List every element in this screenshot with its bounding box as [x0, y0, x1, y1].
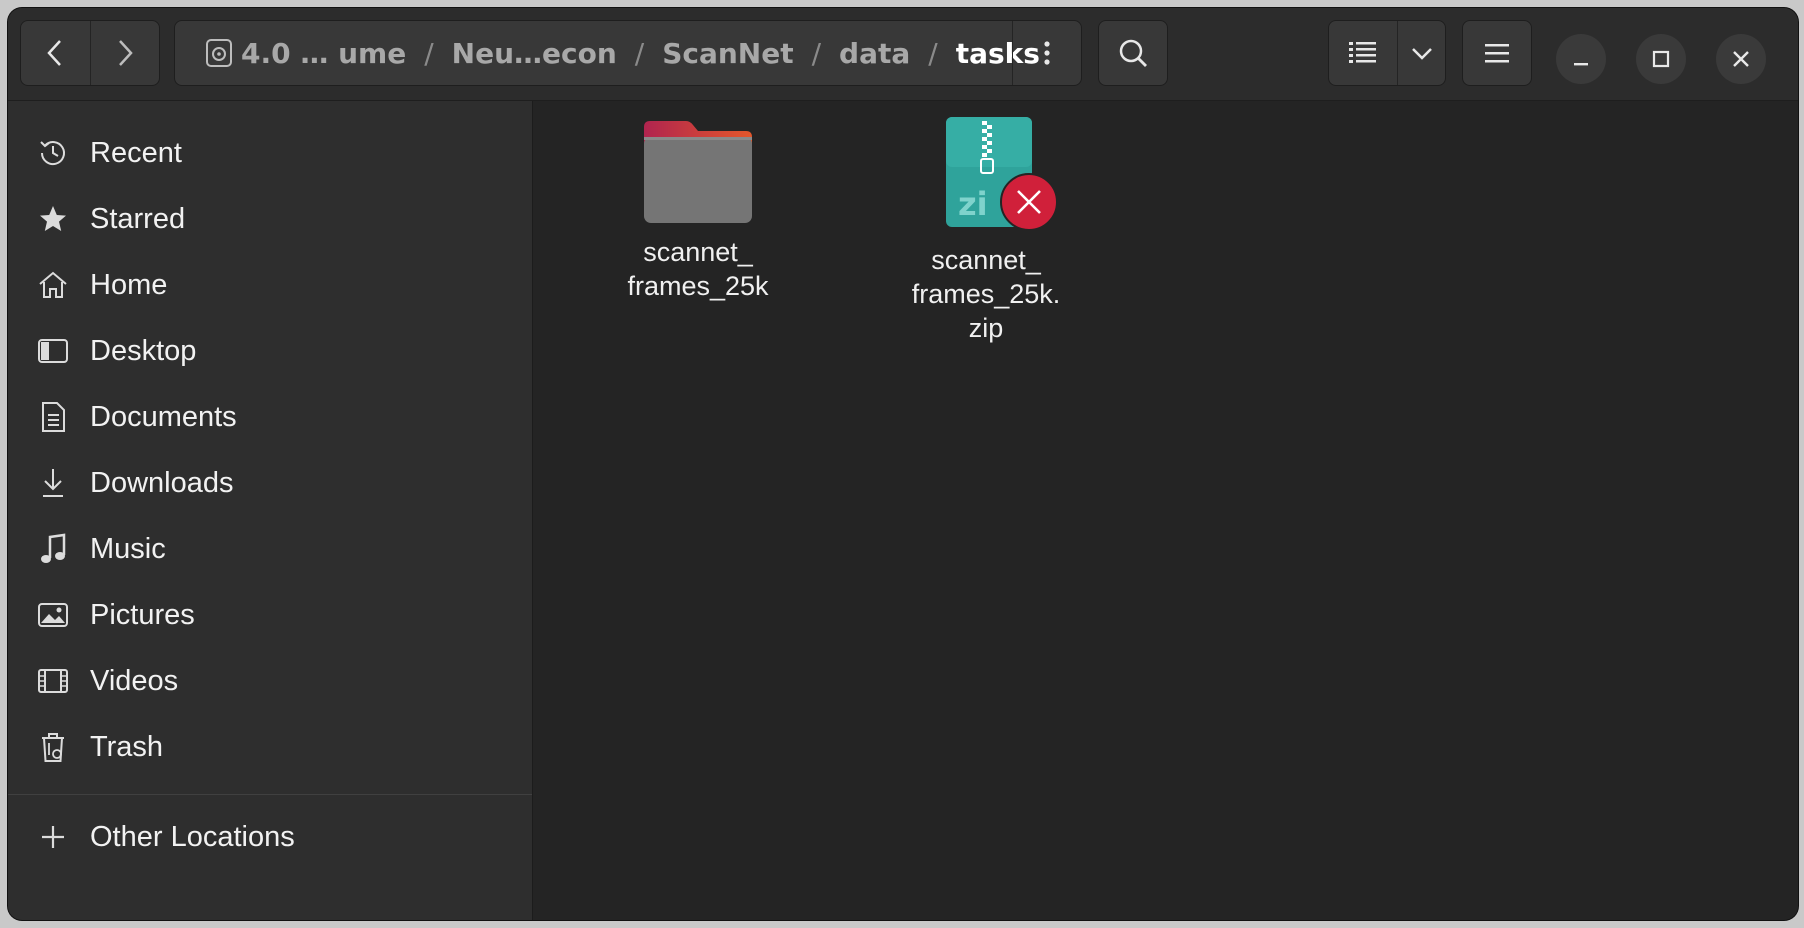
sidebar-item-desktop[interactable]: Desktop	[8, 317, 532, 385]
sidebar-item-music[interactable]: Music	[8, 515, 532, 583]
breadcrumb-separator: /	[424, 36, 434, 70]
file-item-zip[interactable]: zi scannet_ frames_25k. zip	[886, 115, 1086, 345]
search-button[interactable]	[1098, 20, 1168, 86]
breadcrumb-item[interactable]: 4.0 … ume	[233, 37, 414, 70]
sidebar-item-trash[interactable]: Trash	[8, 713, 532, 781]
clock-icon	[36, 136, 70, 170]
sidebar-item-pictures[interactable]: Pictures	[8, 581, 532, 649]
location-bar: 4.0 … ume / Neu…econ / ScanNet / data / …	[174, 20, 1082, 86]
view-options-button[interactable]	[1398, 21, 1445, 85]
chevron-left-icon	[47, 40, 62, 66]
sidebar-item-label: Videos	[90, 664, 179, 697]
music-icon	[36, 532, 70, 566]
file-name: scannet_ frames_25k	[627, 237, 769, 301]
desktop-icon	[36, 334, 70, 368]
sidebar-item-label: Pictures	[90, 598, 195, 631]
file-item-folder[interactable]: scannet_ frames_25k	[598, 119, 798, 303]
breadcrumb-separator: /	[634, 36, 645, 70]
list-view-icon	[1349, 42, 1377, 63]
nav-button-group	[20, 20, 160, 86]
sidebar-item-downloads[interactable]: Downloads	[8, 449, 532, 517]
path-menu-button[interactable]	[1012, 21, 1081, 85]
breadcrumb-item[interactable]: Neu…econ	[444, 37, 625, 70]
vertical-dots-icon	[1044, 41, 1050, 65]
trash-icon	[36, 730, 70, 764]
sidebar-item-label: Documents	[90, 400, 237, 433]
unreadable-emblem-icon	[1000, 173, 1058, 231]
breadcrumb-item[interactable]: data	[831, 37, 918, 70]
close-icon	[1733, 51, 1749, 67]
list-view-button[interactable]	[1329, 21, 1399, 85]
search-icon	[1119, 39, 1147, 67]
sidebar-item-documents[interactable]: Documents	[8, 383, 532, 451]
sidebar-divider	[8, 794, 532, 795]
sidebar-item-label: Trash	[90, 730, 164, 763]
document-icon	[36, 400, 70, 434]
chevron-down-icon	[1411, 48, 1432, 60]
header-bar: 4.0 … ume / Neu…econ / ScanNet / data / …	[8, 8, 1798, 101]
minimize-icon	[1574, 63, 1588, 66]
picture-icon	[36, 598, 70, 632]
file-name: scannet_ frames_25k. zip	[911, 245, 1061, 343]
file-view: scannet_ frames_25k zi scannet_ frames_2…	[533, 101, 1798, 920]
hamburger-icon	[1485, 44, 1509, 63]
zip-archive-icon: zi	[928, 115, 1058, 231]
view-button-group	[1328, 20, 1446, 86]
breadcrumb-item[interactable]: ScanNet	[654, 37, 801, 70]
video-icon	[36, 664, 70, 698]
sidebar-item-label: Home	[90, 268, 168, 301]
main-menu-button[interactable]	[1462, 20, 1532, 86]
drive-icon	[175, 38, 233, 68]
sidebar: Recent Starred Home Desktop Documents Do…	[8, 101, 533, 920]
plus-icon	[36, 820, 70, 854]
svg-text:zi: zi	[958, 185, 988, 223]
maximize-button[interactable]	[1636, 34, 1686, 84]
star-icon	[36, 202, 70, 236]
sidebar-item-label: Other Locations	[90, 820, 295, 853]
sidebar-item-label: Recent	[90, 136, 182, 169]
sidebar-item-recent[interactable]: Recent	[8, 119, 532, 187]
file-manager-window: 4.0 … ume / Neu…econ / ScanNet / data / …	[8, 8, 1798, 920]
breadcrumb-separator: /	[928, 36, 938, 70]
breadcrumb-separator: /	[811, 36, 822, 70]
maximize-icon	[1652, 50, 1670, 68]
close-button[interactable]	[1716, 34, 1766, 84]
sidebar-item-home[interactable]: Home	[8, 251, 532, 319]
sidebar-item-videos[interactable]: Videos	[8, 647, 532, 715]
sidebar-item-label: Music	[90, 532, 166, 565]
download-icon	[36, 466, 70, 500]
home-icon	[36, 268, 70, 302]
forward-button[interactable]	[89, 21, 160, 85]
sidebar-item-other-locations[interactable]: Other Locations	[8, 803, 532, 871]
sidebar-item-label: Starred	[90, 202, 186, 235]
sidebar-item-label: Downloads	[90, 466, 234, 499]
folder-icon	[644, 121, 752, 223]
chevron-right-icon	[118, 40, 133, 66]
sidebar-item-label: Desktop	[90, 334, 197, 367]
back-button[interactable]	[21, 21, 90, 85]
minimize-button[interactable]	[1556, 34, 1606, 84]
sidebar-item-starred[interactable]: Starred	[8, 185, 532, 253]
